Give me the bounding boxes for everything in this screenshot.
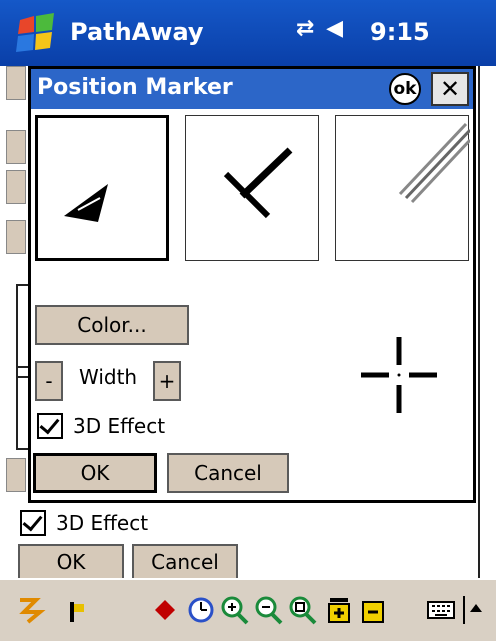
zoom-in-icon[interactable] (220, 594, 250, 626)
t-marker-icon (223, 147, 293, 219)
background-ok-button[interactable]: OK (18, 544, 124, 580)
app-title: PathAway (70, 18, 204, 46)
connectivity-icon[interactable]: ⇄ ◀︎ (296, 16, 345, 41)
background-tab (6, 458, 26, 492)
waypoint-diamond-icon[interactable] (150, 594, 180, 626)
background-tab (6, 170, 26, 204)
zoom-plus-icon[interactable] (324, 594, 354, 626)
arrowhead-marker-icon (64, 184, 108, 222)
cancel-button[interactable]: Cancel (167, 453, 289, 493)
marker-option-double-line[interactable] (335, 115, 470, 261)
zoom-out-icon[interactable] (254, 594, 284, 626)
background-tab (6, 220, 26, 254)
background-cancel-button[interactable]: Cancel (132, 544, 238, 580)
zoom-fit-icon[interactable] (288, 594, 318, 626)
effect-checkbox[interactable] (37, 413, 63, 439)
background-box (16, 366, 28, 450)
effect-label: 3D Effect (73, 414, 166, 438)
position-marker-dialog: Position Marker ok ✕ Color... - Width + … (28, 66, 476, 503)
effect-checkbox-row[interactable]: 3D Effect (37, 413, 165, 439)
width-decrease-button[interactable]: - (35, 361, 63, 401)
windows-start-icon[interactable] (14, 10, 60, 56)
flag-icon[interactable] (62, 594, 92, 626)
dialog-title: Position Marker (37, 75, 233, 100)
up-arrow-icon[interactable] (462, 594, 486, 626)
route-icon[interactable] (16, 594, 46, 626)
ok-icon[interactable]: ok (389, 73, 421, 105)
background-tab (6, 66, 26, 100)
background-effect-checkbox-row[interactable]: 3D Effect (20, 506, 148, 540)
background-box (16, 284, 28, 378)
system-title-bar: PathAway ⇄ ◀︎ 9:15 (0, 0, 496, 66)
bottom-toolbar (0, 578, 496, 641)
keyboard-icon[interactable] (426, 594, 456, 626)
background-effect-label: 3D Effect (56, 511, 149, 535)
ok-button[interactable]: OK (33, 453, 157, 493)
close-icon[interactable]: ✕ (431, 72, 469, 106)
marker-option-t-marker[interactable] (185, 115, 319, 261)
background-tab (6, 130, 26, 164)
crosshair-icon (361, 337, 437, 413)
clock[interactable]: 9:15 (370, 18, 430, 46)
width-increase-button[interactable]: + (153, 361, 181, 401)
zoom-minus-icon[interactable] (358, 594, 388, 626)
background-left-edge (0, 66, 28, 576)
dialog-title-bar: Position Marker ok ✕ (31, 69, 473, 109)
double-line-marker-icon (398, 122, 470, 204)
width-label: Width (79, 365, 138, 389)
clock-icon[interactable] (186, 594, 216, 626)
color-button[interactable]: Color... (35, 305, 189, 345)
background-right-edge (478, 66, 496, 578)
marker-option-arrowhead[interactable] (35, 115, 169, 261)
background-effect-checkbox[interactable] (20, 510, 46, 536)
